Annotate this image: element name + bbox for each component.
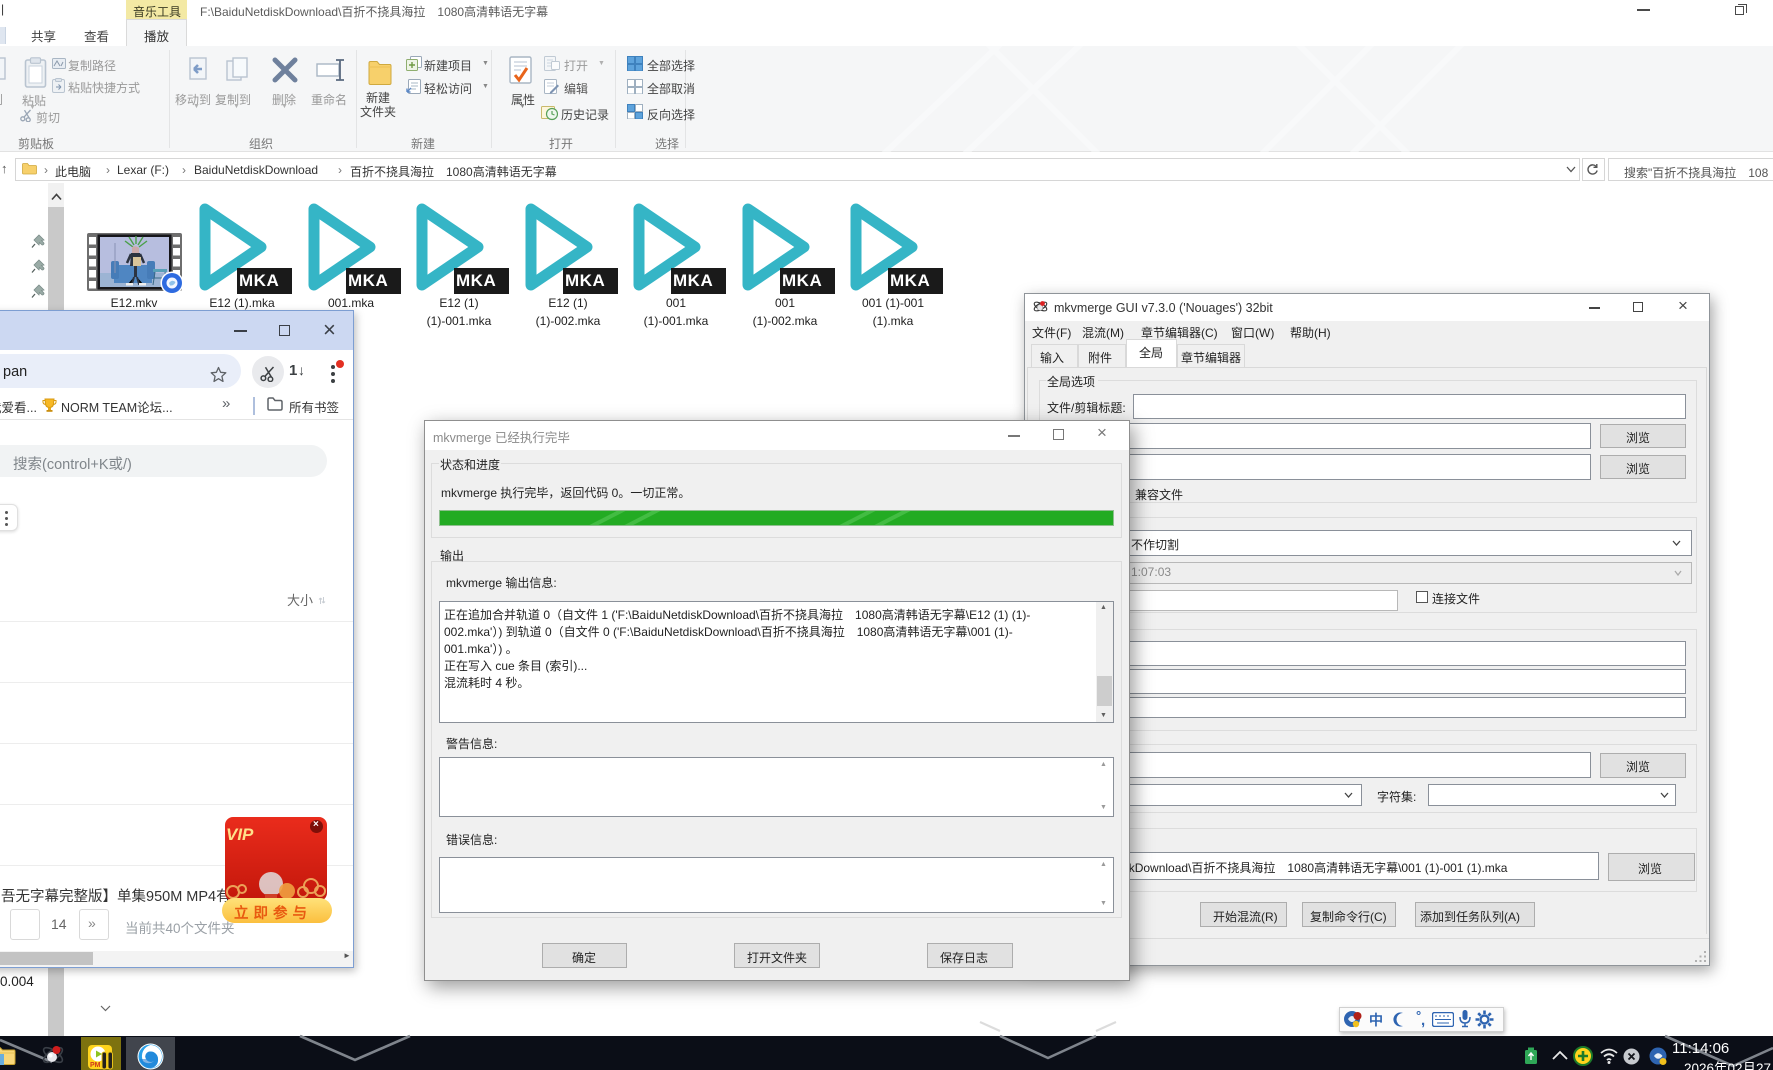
svg-text:PM: PM [90,1062,101,1069]
